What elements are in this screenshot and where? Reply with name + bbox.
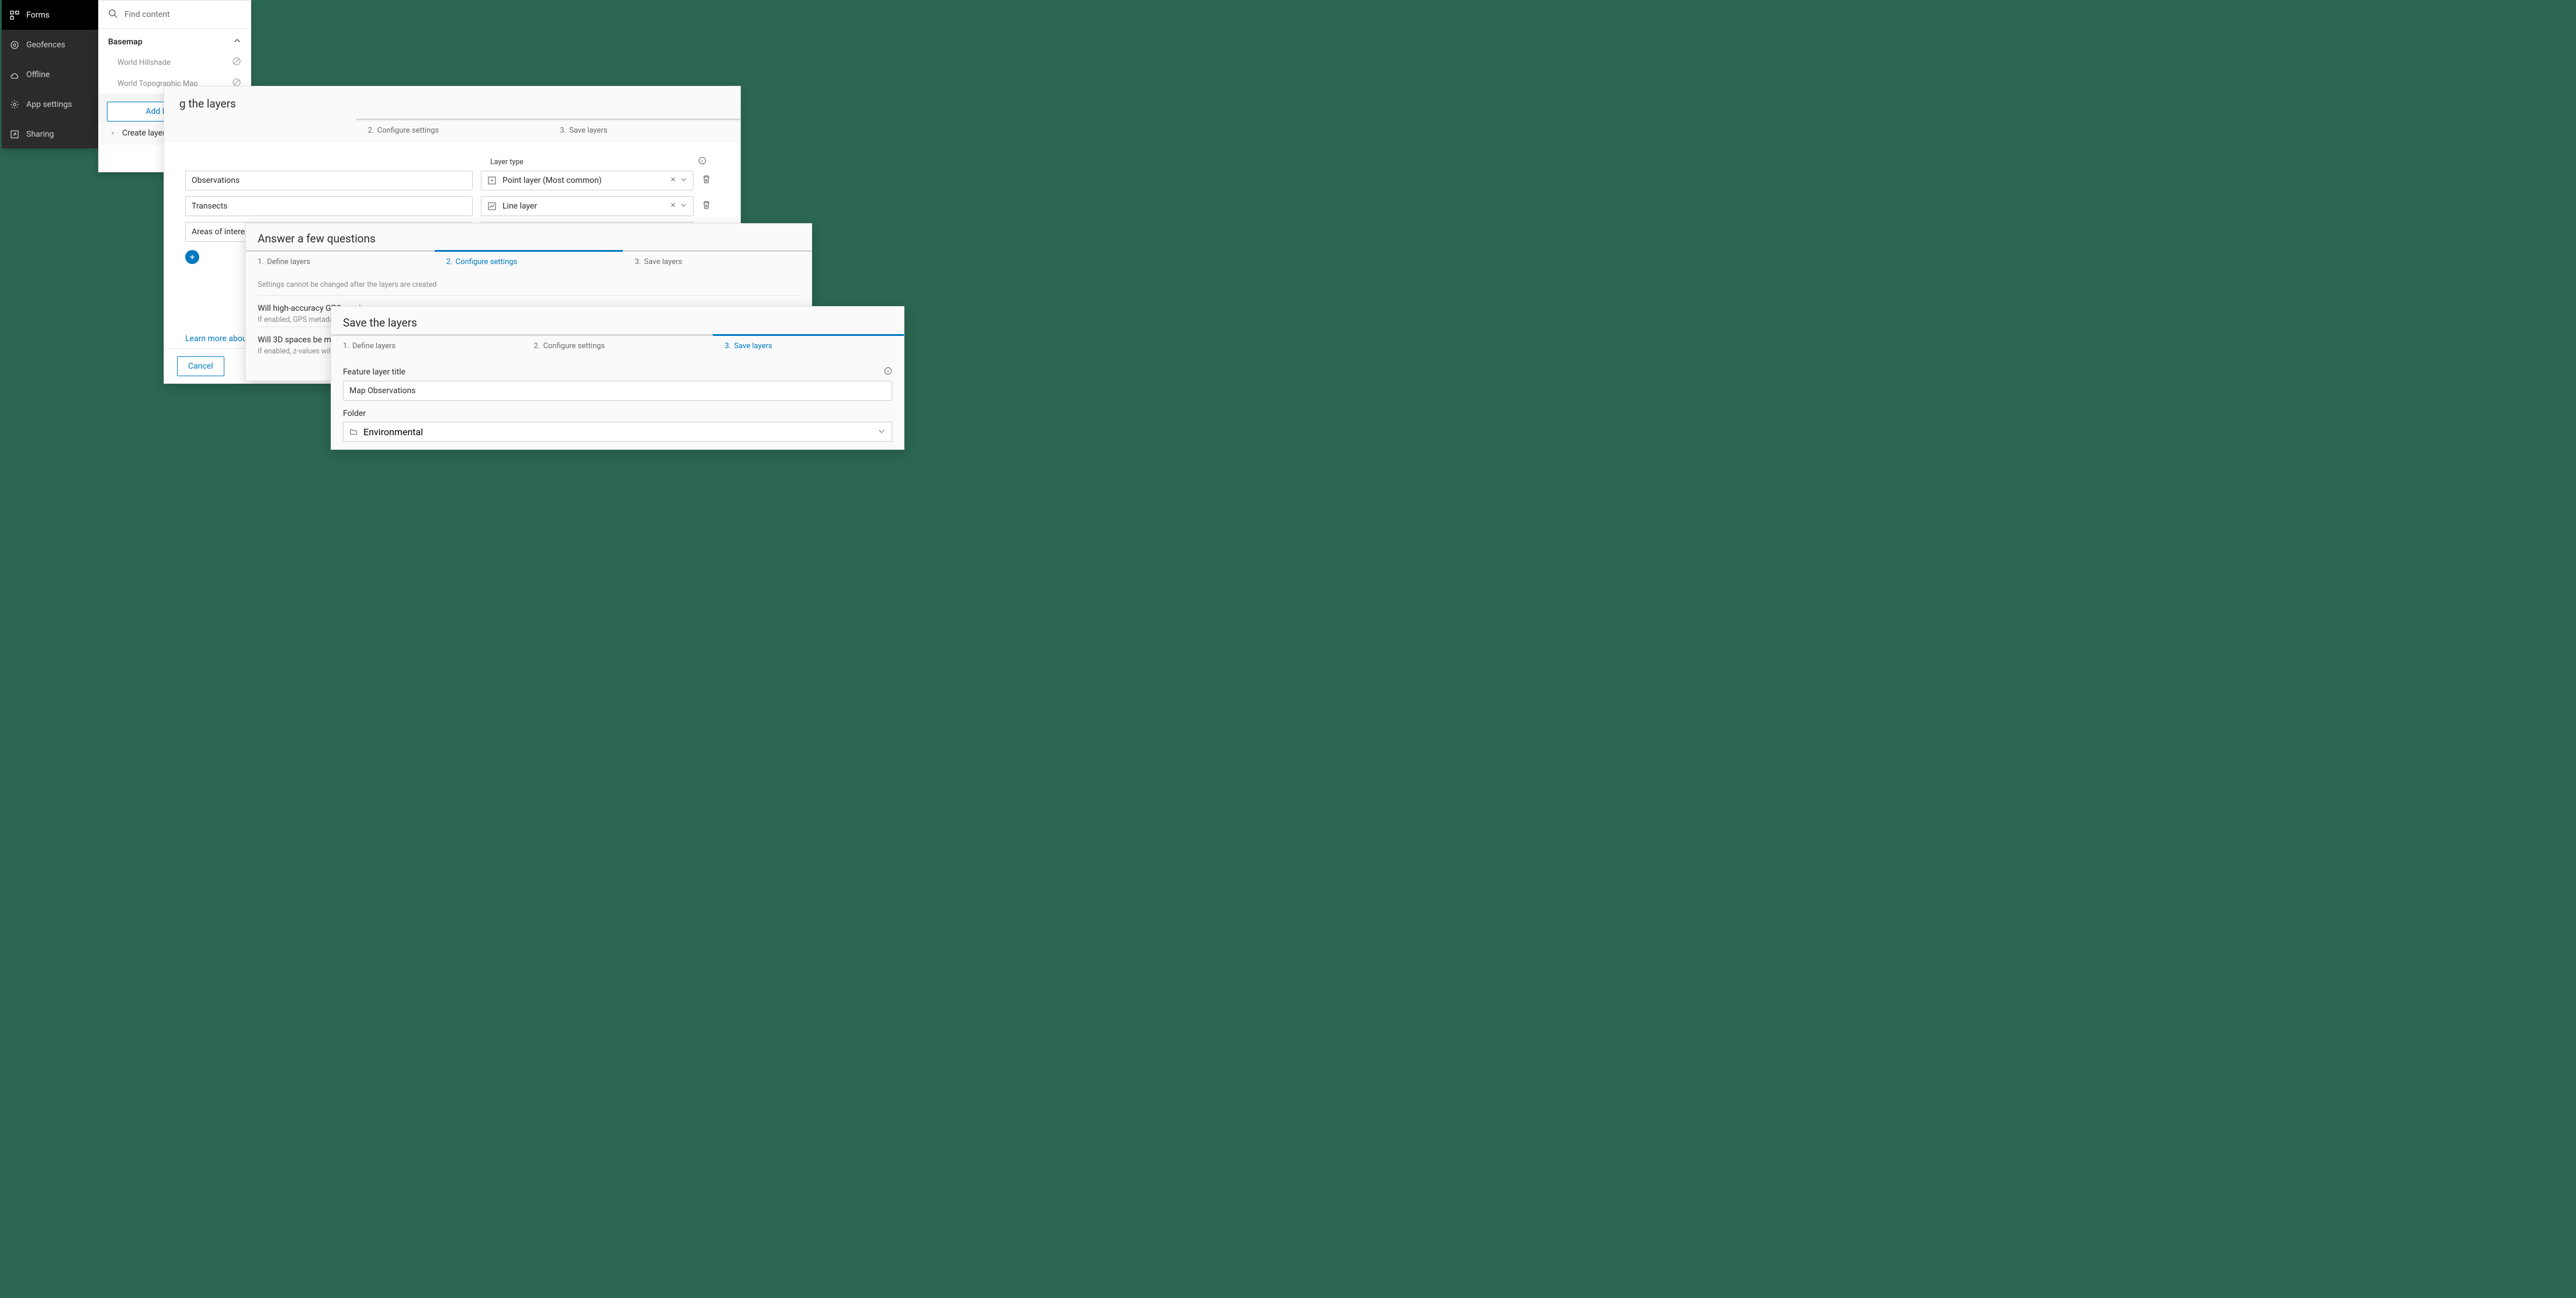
step-configure-settings[interactable]: 2.Configure settings — [435, 250, 623, 272]
basemap-item-label: World Hillshade — [117, 58, 171, 67]
search-row — [99, 1, 251, 29]
step-save-layers[interactable]: 3.Save layers — [713, 334, 904, 356]
search-input[interactable] — [124, 10, 241, 19]
layer-type-select[interactable]: Line layer — [481, 196, 694, 216]
clear-icon[interactable] — [670, 176, 677, 185]
step-configure-settings[interactable]: 2.Configure settings — [522, 334, 713, 356]
layer-name-input[interactable] — [185, 171, 473, 190]
disabled-icon — [232, 57, 241, 68]
bullet-icon — [112, 132, 114, 134]
panel3-body: Feature layer title Folder Environmental — [331, 356, 904, 447]
delete-row-button[interactable] — [702, 200, 711, 212]
cancel-button[interactable]: Cancel — [177, 356, 224, 376]
feature-title-input[interactable] — [343, 381, 892, 401]
gear-icon — [10, 100, 19, 109]
sharing-icon — [10, 130, 19, 139]
search-icon — [108, 9, 117, 20]
layer-type-label: Layer type — [490, 158, 523, 166]
step-define-layers[interactable]: 1.Define layers — [246, 250, 435, 272]
clear-icon[interactable] — [670, 202, 677, 211]
folder-icon — [349, 428, 358, 436]
folder-select[interactable]: Environmental — [343, 422, 892, 442]
layer-type-value: Line layer — [502, 202, 537, 211]
settings-hint: Settings cannot be changed after the lay… — [258, 280, 800, 295]
delete-row-button[interactable] — [702, 175, 711, 186]
basemap-section-header[interactable]: Basemap — [99, 29, 251, 52]
basemap-item[interactable]: World Hillshade — [99, 52, 251, 73]
info-icon[interactable] — [884, 367, 892, 377]
folder-value: Environmental — [363, 426, 423, 438]
info-icon[interactable] — [698, 157, 706, 167]
layer-type-header-row: Layer type — [185, 157, 723, 167]
learn-more-link[interactable]: Learn more about — [185, 334, 249, 343]
sidebar-item-label: Sharing — [26, 130, 54, 139]
sidebar: Forms Geofences Offline App settings Sha… — [2, 0, 98, 148]
sidebar-item-forms[interactable]: Forms — [2, 0, 98, 30]
step-save-layers[interactable]: 3.Save layers — [623, 250, 812, 272]
chevron-down-icon — [878, 426, 886, 438]
sidebar-item-label: App settings — [26, 100, 72, 109]
create-layers-label: Create layers — [122, 129, 169, 138]
point-icon — [487, 176, 497, 185]
add-layer-button[interactable] — [185, 250, 199, 264]
basemap-title: Basemap — [108, 37, 143, 47]
folder-label: Folder — [343, 409, 892, 418]
layer-type-value: Point layer (Most common) — [502, 176, 602, 185]
sidebar-item-sharing[interactable]: Sharing — [2, 119, 98, 149]
geofences-icon — [10, 40, 19, 50]
save-layers-panel: Save the layers 1.Define layers 2.Config… — [331, 306, 904, 450]
step-define-layers[interactable]: 1.Define layers — [331, 334, 522, 356]
panel3-steps: 1.Define layers 2.Configure settings 3.S… — [331, 332, 904, 356]
chevron-down-icon[interactable] — [680, 202, 687, 211]
step-save-layers[interactable]: 3.Save layers — [548, 119, 740, 141]
step-configure-settings[interactable]: 2.Configure settings — [356, 119, 549, 141]
plus-icon — [189, 254, 196, 261]
layer-row: Line layer — [185, 196, 723, 216]
sidebar-item-geofences[interactable]: Geofences — [2, 30, 98, 60]
sidebar-item-label: Geofences — [26, 40, 65, 50]
chevron-up-icon — [233, 37, 241, 47]
layer-type-select[interactable]: Point layer (Most common) — [481, 171, 694, 190]
panel1-steps: 1.Define layers 2.Configure settings 3.S… — [164, 114, 740, 141]
feature-title-label-row: Feature layer title — [343, 367, 892, 377]
sidebar-item-offline[interactable]: Offline — [2, 60, 98, 89]
sidebar-item-app-settings[interactable]: App settings — [2, 89, 98, 119]
sidebar-item-label: Offline — [26, 70, 50, 79]
offline-icon — [10, 70, 19, 79]
line-icon — [487, 202, 497, 211]
layer-row: Point layer (Most common) — [185, 171, 723, 190]
chevron-down-icon[interactable] — [680, 176, 687, 185]
sidebar-item-label: Forms — [26, 11, 50, 20]
panel2-title: Answer a few questions — [246, 224, 812, 248]
panel3-title: Save the layers — [331, 307, 904, 332]
panel2-steps: 1.Define layers 2.Configure settings 3.S… — [246, 248, 812, 272]
layer-name-input[interactable] — [185, 196, 473, 216]
forms-icon — [10, 11, 19, 20]
feature-title-label: Feature layer title — [343, 367, 405, 377]
panel1-title: g the layers — [164, 86, 740, 114]
